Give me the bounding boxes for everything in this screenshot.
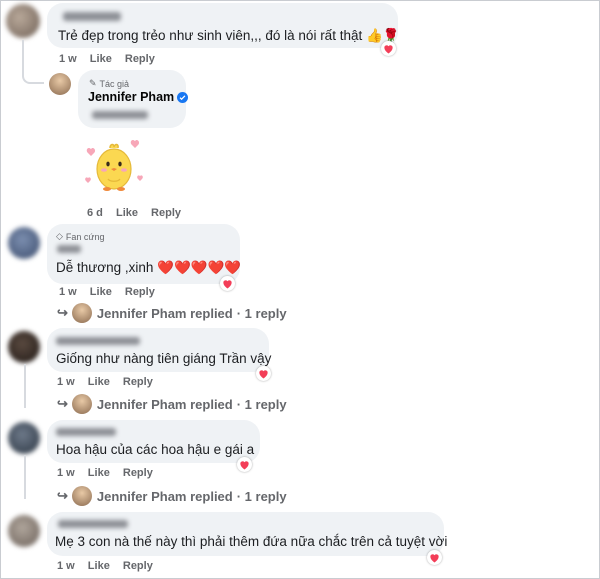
commenter-name[interactable] bbox=[56, 428, 116, 436]
commenter-name[interactable] bbox=[56, 337, 140, 345]
thread-line bbox=[24, 364, 26, 408]
reply-arrow-icon: ↪ bbox=[57, 488, 68, 503]
diamond-icon: ◇ bbox=[56, 231, 63, 241]
like-button[interactable]: Like bbox=[88, 560, 110, 572]
love-reaction-icon[interactable] bbox=[256, 366, 271, 381]
reply-button[interactable]: Reply bbox=[151, 207, 181, 219]
pencil-icon: ✎ bbox=[89, 78, 97, 88]
view-replies-link[interactable]: ↪ Jennifer Pham replied · 1 reply bbox=[57, 394, 287, 414]
reply-button[interactable]: Reply bbox=[125, 53, 155, 65]
comment-time[interactable]: 1 w bbox=[59, 286, 77, 298]
comment-time[interactable]: 1 w bbox=[57, 376, 75, 388]
commenter-avatar[interactable] bbox=[8, 515, 40, 547]
commenter-avatar[interactable] bbox=[8, 422, 40, 454]
view-replies-link[interactable]: ↪ Jennifer Pham replied · 1 reply bbox=[57, 303, 287, 323]
author-reply-text-blurred bbox=[92, 111, 148, 119]
comment-bubble: Trẻ đẹp trong trẻo như sinh viên,,, đó l… bbox=[47, 3, 400, 48]
reply-button[interactable]: Reply bbox=[123, 376, 153, 388]
comment-time[interactable]: 1 w bbox=[57, 560, 75, 572]
like-button[interactable]: Like bbox=[88, 467, 110, 479]
fan-badge: ◇ Fan cứng bbox=[56, 231, 104, 242]
comment-actions: 1 w Like Reply bbox=[59, 286, 165, 298]
author-avatar bbox=[71, 303, 92, 323]
comment-bubble: Hoa hậu của các hoa hậu e gái a bbox=[47, 420, 260, 463]
author-reply-actions: 6 d Like Reply bbox=[87, 207, 191, 219]
reply-button[interactable]: Reply bbox=[125, 286, 155, 298]
author-reply-bubble: ✎ Tác giả Jennifer Pham bbox=[78, 70, 189, 128]
author-badge: ✎ Tác giả bbox=[89, 78, 129, 89]
author-badge-label: Tác giả bbox=[99, 78, 130, 89]
view-replies-link[interactable]: ↪ Jennifer Pham replied · 1 reply bbox=[57, 486, 287, 506]
reply-count: · 1 reply bbox=[236, 396, 287, 412]
like-button[interactable]: Like bbox=[88, 376, 110, 388]
commenter-name[interactable] bbox=[58, 520, 128, 528]
comment-actions: 1 w Like Reply bbox=[57, 376, 163, 388]
author-reply-time[interactable]: 6 d bbox=[87, 207, 103, 219]
like-button[interactable]: Like bbox=[116, 207, 138, 219]
reply-count: · 1 reply bbox=[236, 488, 287, 504]
love-reaction-icon[interactable] bbox=[220, 276, 235, 291]
comment-text: Dễ thương ,xinh ❤️❤️❤️❤️❤️ bbox=[56, 260, 242, 275]
like-button[interactable]: Like bbox=[90, 53, 112, 65]
author-avatar bbox=[71, 394, 92, 414]
replied-label: Jennifer Pham replied bbox=[96, 305, 233, 321]
comment-time[interactable]: 1 w bbox=[59, 53, 77, 65]
replied-label: Jennifer Pham replied bbox=[96, 488, 233, 504]
comment-bubble: Giống như nàng tiên giáng Trần vậy bbox=[47, 328, 272, 372]
fan-badge-label: Fan cứng bbox=[65, 231, 105, 242]
commenter-avatar[interactable] bbox=[6, 4, 40, 38]
commenter-name[interactable] bbox=[63, 12, 121, 21]
replied-label: Jennifer Pham replied bbox=[96, 396, 233, 412]
comment-actions: 1 w Like Reply bbox=[57, 560, 163, 572]
commenter-name[interactable] bbox=[57, 245, 81, 253]
author-avatar bbox=[71, 486, 92, 506]
commenter-avatar[interactable] bbox=[8, 331, 40, 363]
author-name-label: Jennifer Pham bbox=[88, 90, 175, 104]
comment-text: Hoa hậu của các hoa hậu e gái a bbox=[56, 442, 255, 457]
comment-actions: 1 w Like Reply bbox=[57, 467, 163, 479]
reply-count: · 1 reply bbox=[236, 305, 287, 321]
reply-button[interactable]: Reply bbox=[123, 467, 153, 479]
author-avatar[interactable] bbox=[49, 73, 71, 95]
reply-button[interactable]: Reply bbox=[123, 560, 153, 572]
comment-bubble: Mẹ 3 con nà thế này thì phải thêm đứa nữ… bbox=[47, 512, 448, 556]
reply-arrow-icon: ↪ bbox=[57, 305, 68, 320]
comment-actions: 1 w Like Reply bbox=[59, 53, 165, 65]
comment-time[interactable]: 1 w bbox=[57, 467, 75, 479]
comment-text: Mẹ 3 con nà thế này thì phải thêm đứa nữ… bbox=[55, 534, 448, 549]
reply-arrow-icon: ↪ bbox=[57, 396, 68, 411]
comment-text: Giống như nàng tiên giáng Trần vậy bbox=[56, 351, 272, 366]
verified-badge-icon bbox=[177, 91, 189, 103]
chick-sticker bbox=[80, 135, 148, 197]
author-name[interactable]: Jennifer Pham bbox=[88, 90, 189, 104]
thread-line bbox=[24, 455, 26, 499]
commenter-avatar[interactable] bbox=[8, 227, 40, 259]
thread-connector bbox=[22, 40, 44, 84]
comment-text: Trẻ đẹp trong trẻo như sinh viên,,, đó l… bbox=[58, 28, 400, 43]
love-reaction-icon[interactable] bbox=[381, 41, 396, 56]
love-reaction-icon[interactable] bbox=[427, 550, 442, 565]
love-reaction-icon[interactable] bbox=[237, 457, 252, 472]
like-button[interactable]: Like bbox=[90, 286, 112, 298]
comment-bubble: ◇ Fan cứng Dễ thương ,xinh ❤️❤️❤️❤️❤️ bbox=[47, 224, 242, 284]
